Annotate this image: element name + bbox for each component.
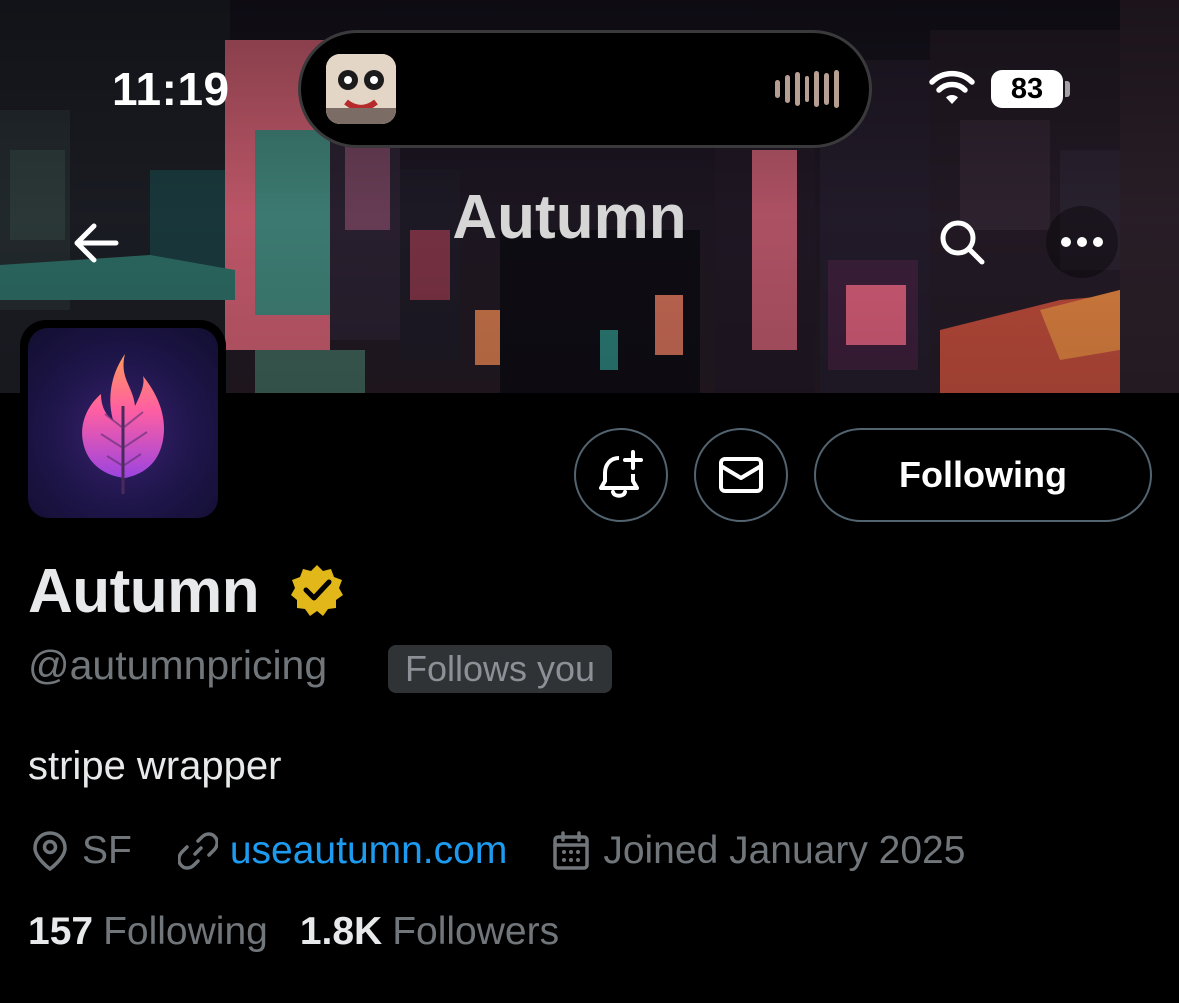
- search-button[interactable]: [926, 206, 998, 278]
- flame-leaf-logo-icon: [82, 354, 165, 494]
- follow-stats: 157 Following 1.8K Followers: [28, 910, 559, 954]
- followers-label: Followers: [392, 910, 560, 953]
- calendar-icon: [549, 829, 593, 873]
- location-item: SF: [28, 829, 132, 873]
- website-link[interactable]: useautumn.com: [230, 829, 507, 873]
- battery-nub: [1065, 81, 1070, 97]
- more-button[interactable]: [1046, 206, 1118, 278]
- bell-plus-icon: [599, 450, 643, 498]
- album-art-image: [326, 54, 396, 124]
- audio-waveform-icon: [775, 70, 840, 108]
- verified-badge-icon[interactable]: [290, 563, 344, 617]
- mail-icon: [719, 457, 763, 493]
- status-time: 11:19: [112, 63, 230, 115]
- followers-count: 1.8K: [299, 910, 383, 953]
- follows-you-badge: Follows you: [388, 645, 613, 693]
- website-item[interactable]: useautumn.com: [176, 829, 507, 873]
- link-icon: [176, 829, 220, 873]
- now-playing-album-art[interactable]: [326, 54, 396, 124]
- verified-badge-shape: [291, 565, 343, 616]
- following-label: Following: [103, 910, 268, 953]
- following-stat[interactable]: 157 Following: [28, 910, 268, 954]
- avatar-image: [28, 328, 218, 518]
- wifi-icon: [928, 68, 976, 106]
- notify-button[interactable]: [574, 428, 668, 522]
- battery-indicator: 83: [991, 70, 1063, 108]
- location-pin-icon: [28, 829, 72, 873]
- profile-avatar[interactable]: [20, 320, 226, 526]
- following-count: 157: [28, 910, 94, 953]
- user-handle: @autumnpricing: [28, 642, 328, 688]
- message-button[interactable]: [694, 428, 788, 522]
- following-button[interactable]: Following: [814, 428, 1152, 522]
- more-horizontal-icon: [1061, 237, 1103, 247]
- followers-stat[interactable]: 1.8K Followers: [300, 910, 559, 954]
- profile-meta-row: SF useautumn.com Joined January 2025: [28, 826, 965, 876]
- display-name: Autumn: [28, 557, 260, 626]
- arrow-left-icon: [74, 223, 119, 263]
- location-text: SF: [82, 829, 132, 872]
- profile-bio: stripe wrapper: [28, 744, 282, 788]
- joined-date: Joined January 2025: [603, 829, 966, 872]
- joined-item: Joined January 2025: [549, 829, 965, 873]
- back-button[interactable]: [60, 207, 132, 279]
- search-icon: [940, 220, 985, 265]
